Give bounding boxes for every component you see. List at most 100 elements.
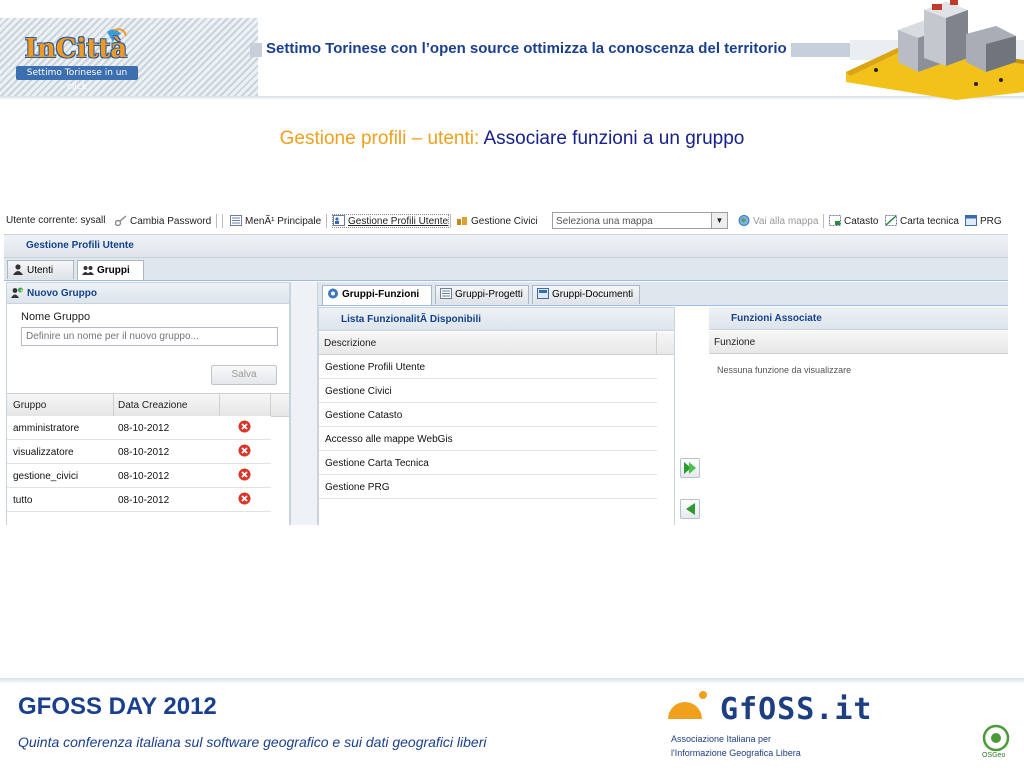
function-name: Gestione PRG (325, 482, 390, 493)
prg-button[interactable]: PRG (965, 215, 1002, 227)
user-icon (13, 264, 23, 275)
catasto-button[interactable]: Catasto (829, 215, 878, 227)
catasto-label: Catasto (844, 216, 879, 227)
globe-icon (738, 215, 750, 226)
house-numbers-icon (457, 217, 467, 225)
move-buttons-column (674, 307, 710, 525)
list-item[interactable]: Accesso alle mappe WebGis (319, 427, 657, 451)
list-item[interactable]: Gestione Carta Tecnica (319, 451, 657, 475)
svg-text:+: + (19, 288, 23, 294)
col-funzione[interactable]: Funzione (714, 337, 755, 348)
list-item[interactable]: Gestione Civici (319, 379, 657, 403)
tab-gruppi-funzioni[interactable]: Gruppi-Funzioni (322, 285, 432, 305)
chevron-down-icon[interactable]: ▼ (711, 213, 727, 228)
new-group-title: Nuovo Gruppo (27, 288, 97, 299)
current-user-label: Utente corrente: sysall (6, 215, 106, 226)
add-group-icon: + (11, 287, 23, 298)
available-functions-title: Lista FunzionalitÃ Disponibili (341, 314, 481, 325)
prg-window-icon (965, 215, 977, 226)
change-password-button[interactable]: Cambia Password (115, 215, 211, 227)
delete-icon[interactable] (238, 492, 251, 505)
top-toolbar: Utente corrente: sysall Cambia Password … (4, 209, 1008, 235)
group-date-cell: 08-10-2012 (118, 471, 170, 482)
group-date-cell: 08-10-2012 (118, 447, 170, 458)
delete-icon[interactable] (238, 420, 251, 433)
arrow-left-icon (686, 503, 695, 515)
catasto-icon (829, 215, 841, 226)
map-select[interactable]: Seleziona una mappa ▼ (552, 212, 728, 229)
header-title: Settimo Torinese con l’open source ottim… (262, 40, 791, 57)
gfoss-wordmark: GfOSS.it (720, 692, 873, 727)
table-row[interactable]: tutto 08-10-2012 (7, 488, 271, 512)
go-to-map-button[interactable]: Vai alla mappa (738, 215, 818, 227)
gfoss-assoc-line2: l'Informazione Geografica Libera (671, 748, 801, 758)
tab-gruppi-documenti[interactable]: Gruppi-Documenti (532, 285, 640, 304)
associated-functions-title: Funzioni Associate (731, 313, 822, 324)
slide-title: Gestione profili – utenti: Associare fun… (0, 128, 1024, 150)
go-to-map-label: Vai alla mappa (753, 216, 819, 227)
pane-splitter[interactable] (290, 282, 318, 525)
tab-gruppi-funzioni-label: Gruppi-Funzioni (342, 289, 420, 300)
sub-tab-strip: Gruppi-Funzioni Gruppi-Progetti Gruppi-D… (318, 282, 1008, 306)
col-descrizione[interactable]: Descrizione (324, 338, 376, 349)
group-name-input[interactable] (21, 327, 278, 346)
profile-management-button[interactable]: Gestione Profili Utente (331, 214, 450, 228)
associated-functions-header: Funzioni Associate (709, 307, 1008, 330)
logo-text: InCittà (24, 34, 128, 64)
carta-tecnica-label: Carta tecnica (900, 216, 959, 227)
tab-utenti-label: Utenti (27, 265, 54, 276)
function-name: Gestione Carta Tecnica (325, 458, 429, 469)
available-functions-panel: Lista FunzionalitÃ Disponibili Descrizio… (318, 307, 675, 525)
civic-management-button[interactable]: Gestione Civici (456, 215, 538, 227)
slide-title-part2: Associare funzioni a un gruppo (483, 128, 745, 149)
panel-title: Gestione Profili Utente (26, 240, 134, 251)
footer-title: GFOSS DAY 2012 (18, 693, 217, 720)
slide-title-part1: Gestione profili – utenti: (279, 128, 484, 149)
add-function-button[interactable] (680, 458, 700, 478)
group-name-cell: visualizzatore (13, 447, 74, 458)
project-list-icon (440, 288, 452, 299)
document-icon (537, 288, 549, 299)
footer-divider (0, 678, 1024, 684)
tab-gruppi-progetti-label: Gruppi-Progetti (455, 289, 523, 300)
delete-icon[interactable] (238, 468, 251, 481)
empty-message: Nessuna funzione da visualizzare (717, 365, 852, 375)
profile-management-label: Gestione Profili Utente (348, 216, 449, 227)
table-row[interactable]: gestione_civici 08-10-2012 (7, 464, 271, 488)
double-arrow-right-icon (684, 462, 696, 474)
carta-tecnica-button[interactable]: Carta tecnica (885, 215, 959, 227)
panel-title-bar: Gestione Profili Utente (4, 235, 1008, 258)
table-row[interactable]: visualizzatore 08-10-2012 (7, 440, 271, 464)
list-item[interactable]: Gestione PRG (319, 475, 657, 499)
new-group-header: + Nuovo Gruppo (7, 283, 289, 304)
tab-utenti[interactable]: Utenti (7, 260, 74, 279)
remove-function-button[interactable] (680, 499, 700, 519)
group-icon (82, 266, 94, 275)
col-gruppo[interactable]: Gruppo (13, 400, 46, 411)
profile-icon (333, 215, 345, 226)
technical-map-icon (885, 215, 897, 226)
group-name-cell: amministratore (13, 423, 80, 434)
tab-gruppi-progetti[interactable]: Gruppi-Progetti (435, 285, 529, 304)
list-item[interactable]: Gestione Profili Utente (319, 355, 657, 379)
group-name-cell: gestione_civici (13, 471, 79, 482)
menu-icon (230, 215, 242, 226)
save-button[interactable]: Salva (211, 365, 277, 385)
function-name: Gestione Civici (325, 386, 392, 397)
footer-subtitle: Quinta conferenza italiana sul software … (18, 734, 487, 750)
group-date-cell: 08-10-2012 (118, 423, 170, 434)
table-row[interactable]: amministratore 08-10-2012 (7, 416, 271, 440)
list-item[interactable]: Gestione Catasto (319, 403, 657, 427)
gfoss-assoc-line1: Associazione Italiana per (671, 734, 772, 744)
available-column-header: Descrizione (319, 332, 674, 355)
main-menu-button[interactable]: MenÃ¹ Principale (230, 215, 321, 227)
group-name-label: Nome Gruppo (21, 311, 91, 323)
associated-column-header: Funzione (709, 331, 1008, 354)
group-date-cell: 08-10-2012 (118, 495, 170, 506)
map-select-value: Seleziona una mappa (556, 216, 653, 227)
col-data-creazione[interactable]: Data Creazione (118, 400, 187, 411)
associated-functions-panel: Funzioni Associate Funzione Nessuna funz… (709, 307, 1008, 525)
delete-icon[interactable] (238, 444, 251, 457)
function-name: Accesso alle mappe WebGis (325, 434, 453, 445)
tab-gruppi[interactable]: Gruppi (77, 260, 144, 280)
